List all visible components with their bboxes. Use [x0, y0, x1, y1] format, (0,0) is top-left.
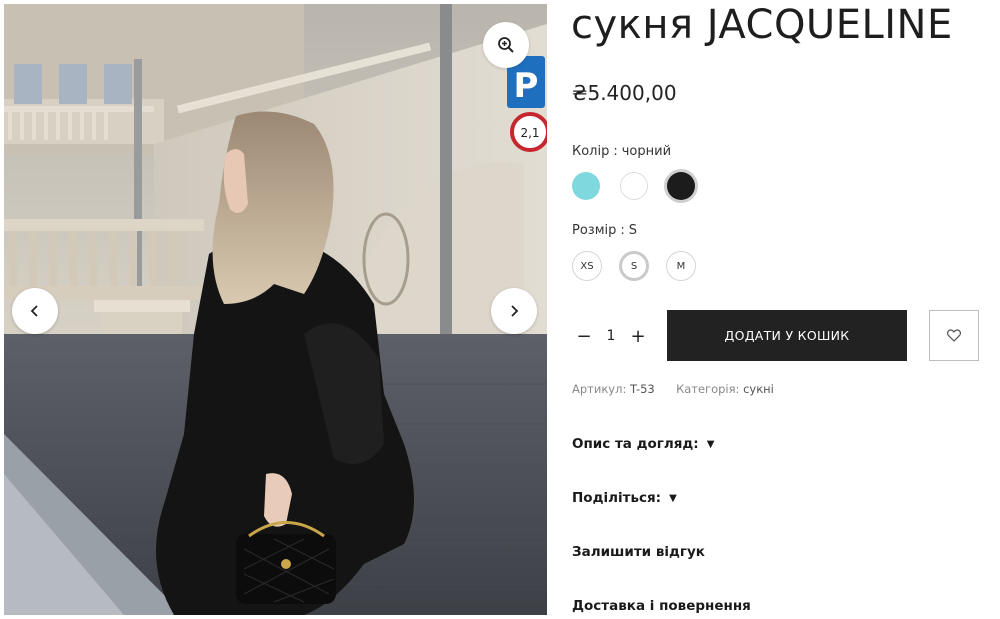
caret-down-icon: ▼ [706, 438, 715, 450]
product-meta: Артикул: T-53 Категорія: сукні [572, 382, 774, 396]
heart-icon [947, 329, 961, 342]
share-label: Поділіться: [572, 490, 662, 506]
sku-value: T-53 [629, 382, 655, 396]
size-chip-xs[interactable]: XS [572, 251, 602, 281]
delivery-returns-link[interactable]: Доставка і повернення [572, 598, 751, 614]
product-photo: P 2,1 [4, 4, 547, 615]
wishlist-button[interactable] [929, 310, 979, 361]
color-value: чорний [621, 144, 672, 159]
delivery-returns-label: Доставка і повернення [572, 598, 751, 614]
leave-review-label: Залишити відгук [572, 544, 705, 560]
size-label: Розмір [572, 223, 617, 238]
product-price: ₴5.400,00 [572, 81, 677, 105]
zoom-in-icon [498, 37, 514, 53]
color-swatch-turquoise[interactable] [572, 172, 600, 200]
description-care-label: Опис та догляд: [572, 436, 699, 452]
svg-text:P: P [514, 66, 539, 106]
color-swatch-white[interactable] [620, 172, 648, 200]
svg-text:2,1: 2,1 [520, 126, 539, 140]
chevron-right-icon [511, 305, 519, 317]
gallery-next-button[interactable] [491, 288, 537, 334]
category-label: Категорія: [676, 382, 740, 396]
color-label: Колір [572, 144, 610, 159]
caret-down-icon: ▼ [669, 492, 677, 504]
size-chip-s[interactable]: S [619, 251, 649, 281]
product-gallery: P 2,1 [4, 4, 547, 615]
add-to-cart-button[interactable]: ДОДАТИ У КОШИК [667, 310, 907, 361]
color-option-label: Колір: чорний [572, 144, 672, 159]
quantity-input[interactable]: 1 [596, 328, 626, 344]
gallery-prev-button[interactable] [12, 288, 58, 334]
quantity-decrease-button[interactable]: − [572, 326, 596, 347]
product-title: сукня JACQUELINE [571, 2, 953, 48]
size-option-label: Розмір: S [572, 223, 638, 238]
quantity-stepper: − 1 + [572, 320, 650, 352]
quantity-increase-button[interactable]: + [626, 326, 650, 347]
sku-label: Артикул: [572, 382, 627, 396]
share-toggle[interactable]: Поділіться: ▼ [572, 490, 677, 506]
category-link[interactable]: сукні [743, 382, 774, 396]
size-value: S [628, 223, 638, 238]
size-chip-m[interactable]: M [666, 251, 696, 281]
leave-review-link[interactable]: Залишити відгук [572, 544, 705, 560]
zoom-button[interactable] [483, 22, 529, 68]
chevron-left-icon [30, 305, 38, 317]
color-swatch-black[interactable] [667, 172, 695, 200]
description-care-toggle[interactable]: Опис та догляд: ▼ [572, 436, 714, 452]
